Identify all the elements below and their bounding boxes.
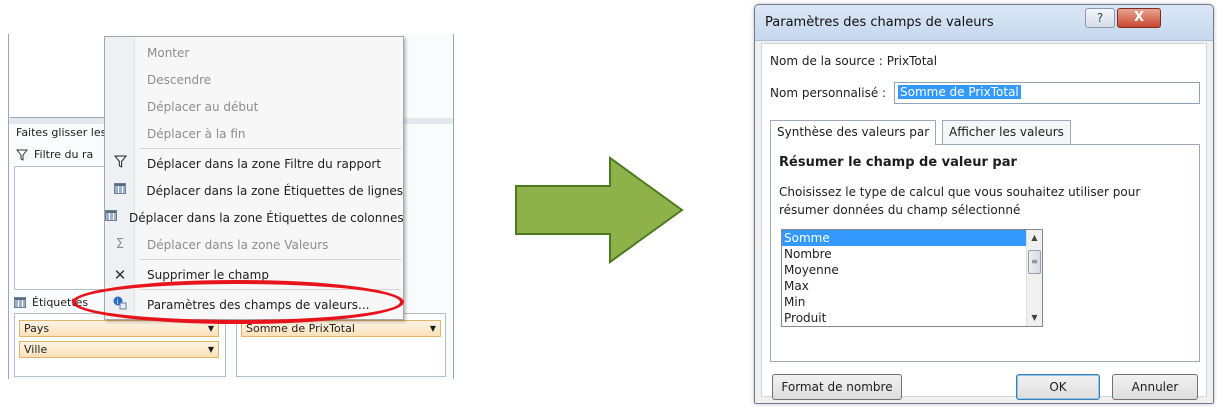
sigma-icon: Σ	[115, 237, 125, 252]
menu-item-label: Déplacer dans la zone Filtre du rapport	[147, 156, 382, 171]
right-arrow-icon	[515, 156, 684, 264]
scroll-down-icon[interactable]: ▼	[1027, 310, 1042, 326]
list-item[interactable]: Produit	[782, 310, 1042, 326]
list-item[interactable]: Max	[782, 278, 1042, 294]
summary-function-list[interactable]: Somme Nombre Moyenne Max Min Produit ▲ ≡…	[781, 229, 1043, 327]
close-button[interactable]: X	[1117, 8, 1161, 28]
tab-summarize-values-by[interactable]: Synthèse des valeurs par	[770, 120, 937, 145]
menu-item-move-to-end[interactable]: Déplacer à la fin	[105, 120, 403, 147]
row-labels-icon	[14, 297, 26, 308]
row-field-name: Pays	[24, 322, 50, 335]
menu-separator	[139, 148, 401, 149]
scroll-up-icon[interactable]: ▲	[1027, 230, 1042, 246]
menu-item-label: Monter	[147, 45, 190, 60]
ok-button[interactable]: OK	[1016, 374, 1100, 400]
menu-item-label: Déplacer dans la zone Valeurs	[147, 237, 329, 252]
menu-item-label: Déplacer dans la zone Étiquettes de lign…	[146, 183, 403, 198]
source-name-label: Nom de la source :	[770, 54, 883, 68]
menu-item-move-to-beginning[interactable]: Déplacer au début	[105, 93, 403, 120]
menu-item-move-to-values[interactable]: Σ Déplacer dans la zone Valeurs	[105, 231, 403, 258]
section-description: Choisissez le type de calcul que vous so…	[779, 185, 1141, 217]
report-filter-label: Filtre du ra	[34, 148, 94, 161]
value-field-settings-dialog: Paramètres des champs de valeurs ? X Nom…	[754, 4, 1214, 404]
menu-item-move-to-report-filter[interactable]: Déplacer dans la zone Filtre du rapport	[105, 150, 403, 177]
field-list-box	[10, 34, 110, 118]
tab-show-values-as[interactable]: Afficher les valeurs	[942, 120, 1071, 144]
drag-hint-text: Faites glisser les	[16, 126, 107, 139]
list-item[interactable]: Min	[782, 294, 1042, 310]
number-format-button[interactable]: Format de nombre	[772, 374, 902, 400]
source-name-value: PrixTotal	[886, 54, 938, 68]
custom-name-value: Somme de PrixTotal	[898, 85, 1021, 99]
menu-item-label: Déplacer au début	[147, 99, 259, 114]
menu-item-move-down[interactable]: Descendre	[105, 66, 403, 93]
menu-item-move-to-row-labels[interactable]: Déplacer dans la zone Étiquettes de lign…	[105, 177, 403, 204]
remove-x-icon: ✕	[113, 265, 127, 284]
menu-item-move-up[interactable]: Monter	[105, 39, 403, 66]
section-heading: Résumer le champ de valeur par	[779, 155, 1017, 170]
column-labels-icon	[105, 210, 117, 221]
chevron-down-icon[interactable]: ▼	[208, 324, 214, 333]
report-filter-header: Filtre du ra	[16, 148, 93, 161]
row-field-name: Ville	[24, 343, 48, 356]
menu-item-label: Descendre	[147, 72, 212, 87]
chevron-down-icon[interactable]: ▼	[208, 345, 214, 354]
list-scrollbar[interactable]: ▲ ≡ ▼	[1026, 230, 1042, 326]
menu-separator	[139, 259, 401, 260]
report-filter-drop-area[interactable]	[14, 166, 106, 290]
scroll-thumb[interactable]: ≡	[1028, 250, 1041, 274]
menu-item-label: Déplacer à la fin	[147, 126, 246, 141]
field-context-menu: Monter Descendre Déplacer au début Dépla…	[104, 36, 404, 320]
list-item[interactable]: Moyenne	[782, 262, 1042, 278]
dialog-title-bar[interactable]: Paramètres des champs de valeurs ? X	[755, 5, 1213, 41]
chevron-down-icon[interactable]: ▼	[430, 324, 436, 333]
highlight-ellipse	[72, 280, 404, 324]
source-name-row: Nom de la source : PrixTotal	[770, 54, 937, 68]
list-item[interactable]: Nombre	[782, 246, 1042, 262]
row-field-chip[interactable]: Ville ▼	[19, 341, 219, 358]
dialog-body: Nom de la source : PrixTotal Nom personn…	[761, 43, 1207, 400]
help-button[interactable]: ?	[1085, 8, 1115, 28]
filter-icon	[16, 149, 28, 161]
value-field-name: Somme de PrixTotal	[246, 322, 355, 335]
list-item[interactable]: Somme	[782, 230, 1026, 246]
menu-item-label: Déplacer dans la zone Étiquettes de colo…	[129, 210, 404, 225]
custom-name-label: Nom personnalisé :	[770, 86, 887, 100]
custom-name-input[interactable]: Somme de PrixTotal	[894, 82, 1200, 104]
row-labels-icon	[113, 183, 126, 194]
cancel-button[interactable]: Annuler	[1112, 374, 1198, 400]
dialog-title: Paramètres des champs de valeurs	[765, 15, 994, 30]
menu-item-move-to-column-labels[interactable]: Déplacer dans la zone Étiquettes de colo…	[105, 204, 404, 231]
filter-icon	[105, 155, 135, 172]
summarize-tab-panel: Résumer le champ de valeur par Choisisse…	[770, 144, 1200, 362]
